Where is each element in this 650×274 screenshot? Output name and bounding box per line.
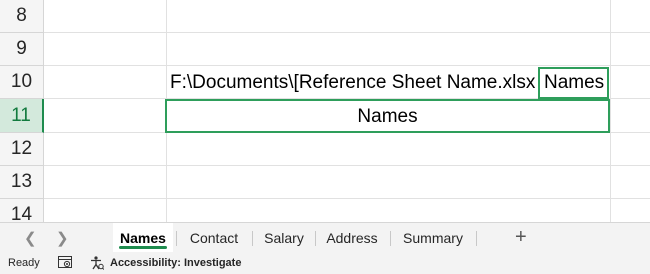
status-bar: Ready Accessibility: Investigate: [0, 252, 650, 274]
sheet-tab-bar: ❮ ❯ Names Contact Salary Address Summary…: [0, 222, 650, 253]
tab-label: Salary: [264, 230, 304, 246]
tab-contact[interactable]: Contact: [180, 223, 248, 253]
tab-separator: [390, 231, 391, 246]
tab-label: Contact: [189, 230, 239, 246]
row-number: 9: [16, 38, 27, 59]
tab-names[interactable]: Names: [113, 223, 173, 253]
tab-separator: [315, 231, 316, 246]
tab-summary[interactable]: Summary: [394, 223, 472, 253]
gridline: [44, 65, 650, 66]
tab-separator: [252, 231, 253, 246]
row-header-14[interactable]: 14: [0, 199, 44, 222]
cell-path-text[interactable]: F:\Documents\[Reference Sheet Name.xlsx: [170, 72, 535, 94]
add-sheet-button[interactable]: +: [515, 226, 527, 249]
row-header-12[interactable]: 12: [0, 133, 44, 166]
gridline: [44, 32, 650, 33]
active-tab-underline: [119, 246, 167, 249]
active-cell-value[interactable]: Names: [165, 106, 610, 128]
gridline: [44, 198, 650, 199]
chevron-left-icon[interactable]: ❮: [24, 229, 37, 247]
tab-label: Address: [326, 230, 378, 246]
row-header-8[interactable]: 8: [0, 0, 44, 33]
status-ready: Ready: [8, 257, 40, 269]
row-number: 14: [10, 204, 33, 222]
row-number: 11: [11, 104, 31, 126]
cell-sheet-name[interactable]: Names: [544, 72, 604, 94]
macro-record-icon[interactable]: [58, 256, 72, 272]
row-number: 10: [10, 71, 33, 92]
row-number: 13: [10, 171, 33, 192]
row-number: 12: [10, 138, 33, 159]
tab-address[interactable]: Address: [319, 223, 385, 253]
gridline: [44, 165, 650, 166]
tab-separator: [476, 231, 477, 246]
row-header-9[interactable]: 9: [0, 33, 44, 66]
row-header-11[interactable]: 11: [0, 99, 44, 133]
accessibility-icon[interactable]: [90, 256, 105, 273]
tab-separator: [176, 231, 177, 246]
tab-label: Names: [120, 230, 166, 246]
chevron-right-icon[interactable]: ❯: [56, 229, 69, 247]
tab-label: Summary: [403, 230, 463, 246]
worksheet-grid[interactable]: 8 9 10 11 12 13 14 F:\Documents\[Referen…: [0, 0, 650, 222]
row-header-13[interactable]: 13: [0, 166, 44, 199]
row-number: 8: [16, 5, 27, 26]
accessibility-status[interactable]: Accessibility: Investigate: [110, 257, 241, 269]
tab-salary[interactable]: Salary: [256, 223, 312, 253]
row-header-10[interactable]: 10: [0, 66, 44, 99]
gridline: [610, 0, 611, 222]
